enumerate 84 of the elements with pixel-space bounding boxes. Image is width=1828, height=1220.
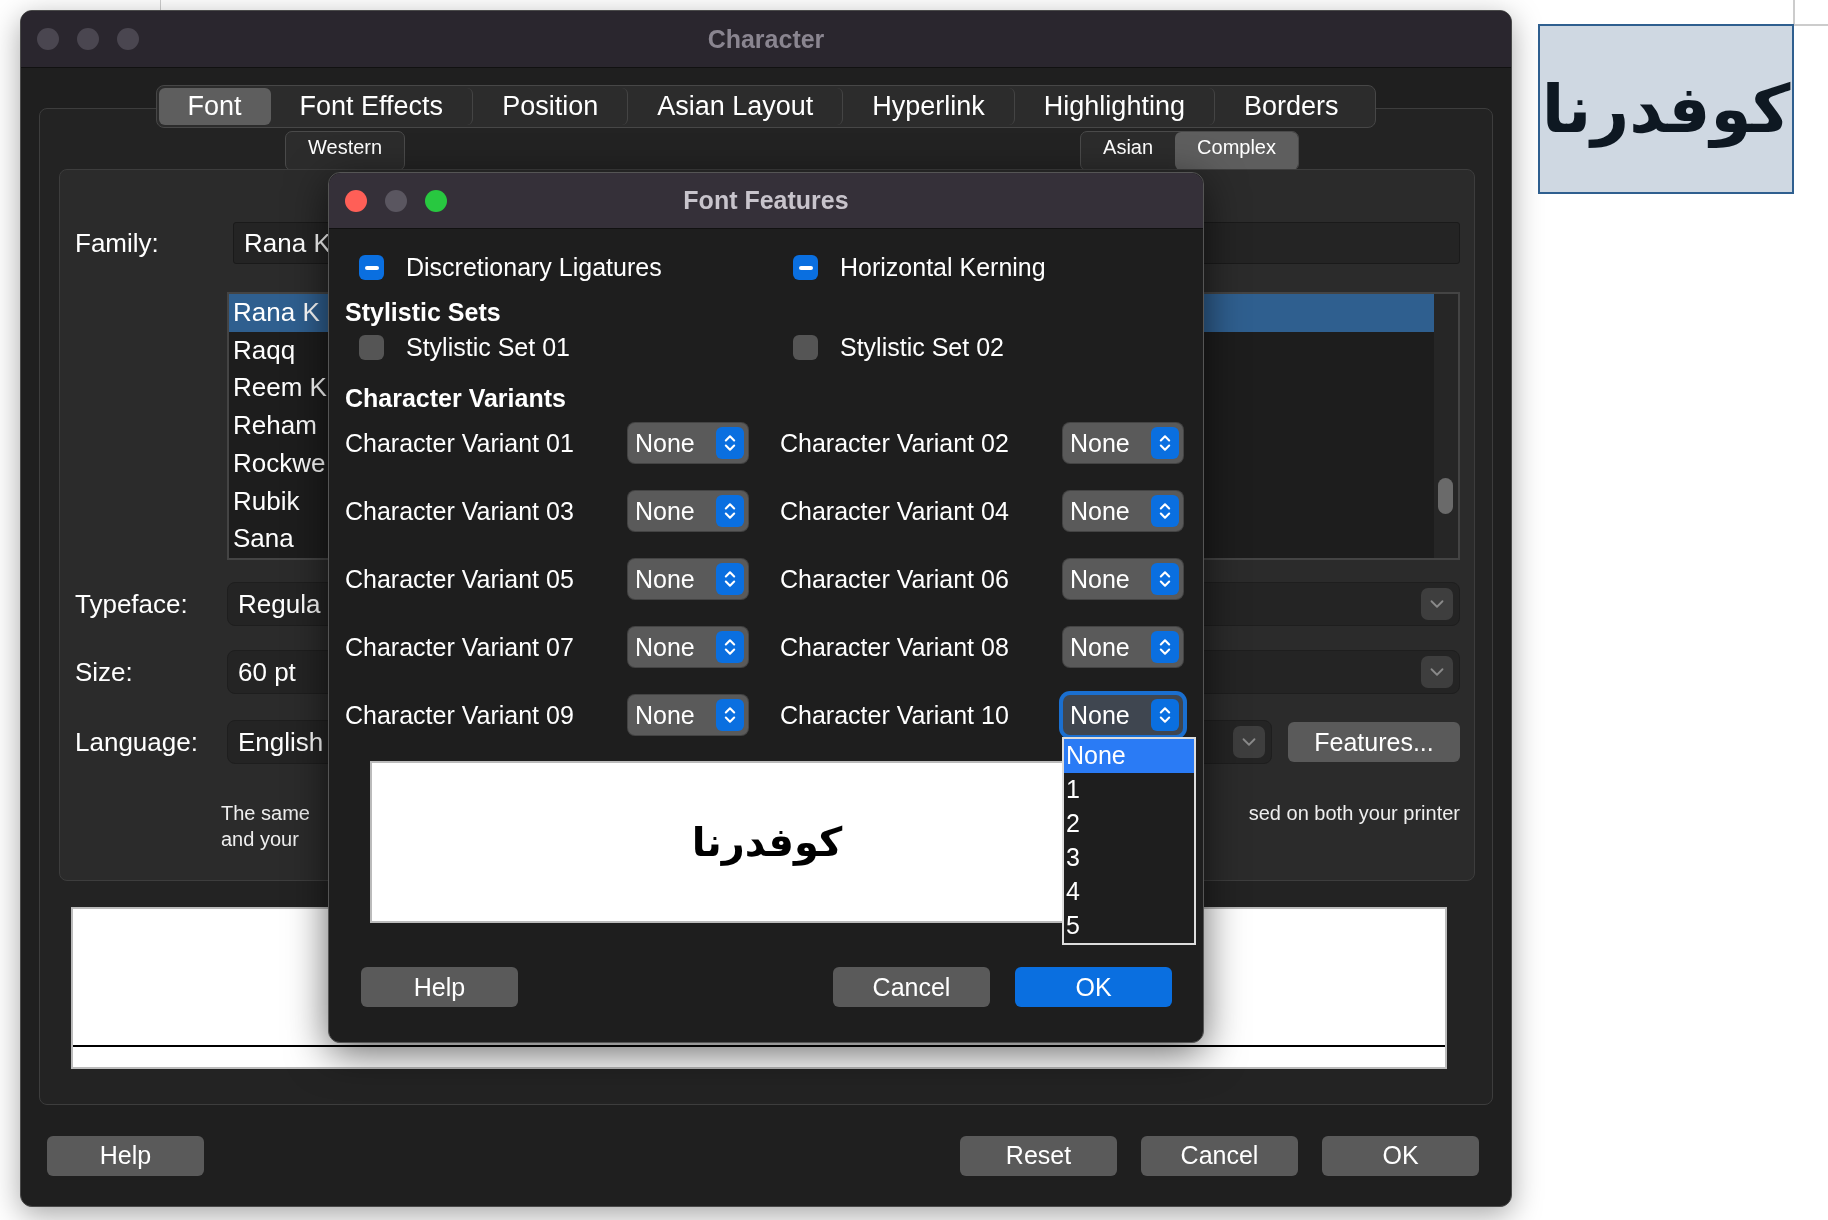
stepper-icon <box>716 495 744 527</box>
variant-label: Character Variant 07 <box>345 632 575 662</box>
script-tab[interactable]: Asian <box>1081 132 1176 170</box>
variant-select[interactable]: None <box>628 627 748 667</box>
checkbox-label: Stylistic Set 02 <box>840 333 1004 362</box>
checkbox-label: Horizontal Kerning <box>840 253 1046 282</box>
variant-label: Character Variant 08 <box>780 632 1010 662</box>
checkbox-label: Stylistic Set 01 <box>406 333 570 362</box>
checkbox[interactable] <box>359 335 384 360</box>
tab[interactable]: Borders <box>1214 88 1368 125</box>
variant-select[interactable]: None <box>628 423 748 463</box>
checkbox[interactable] <box>793 255 818 280</box>
variant-label: Character Variant 05 <box>345 564 575 594</box>
note-text: The same and your <box>221 801 310 852</box>
variant-select[interactable]: None <box>628 695 748 735</box>
ok-button[interactable]: OK <box>1015 967 1172 1007</box>
scroll-thumb[interactable] <box>1438 478 1453 514</box>
chevron-down-icon[interactable] <box>1421 588 1453 620</box>
variant-label: Character Variant 09 <box>345 700 575 730</box>
chevron-down-icon[interactable] <box>1421 656 1453 688</box>
stepper-icon <box>716 699 744 731</box>
features-button[interactable]: Features... <box>1288 722 1460 762</box>
dropdown-option[interactable]: 2 <box>1064 807 1194 841</box>
stepper-icon <box>1151 699 1179 731</box>
close-button[interactable] <box>345 189 367 212</box>
minimize-button[interactable] <box>77 28 99 50</box>
tab[interactable]: Highlighting <box>1014 88 1215 125</box>
minus-icon <box>364 265 379 270</box>
stepper-icon <box>1151 495 1179 527</box>
stepper-icon <box>1151 427 1179 459</box>
cancel-button[interactable]: Cancel <box>833 967 990 1007</box>
tab[interactable]: Position <box>473 88 629 125</box>
dropdown-option[interactable]: 1 <box>1064 773 1194 807</box>
field-label: Typeface: <box>75 588 189 620</box>
stepper-icon <box>1151 631 1179 663</box>
checkbox-label: Discretionary Ligatures <box>406 253 662 282</box>
stepper-icon <box>716 563 744 595</box>
checkbox[interactable] <box>359 255 384 280</box>
variant-select[interactable]: None <box>628 559 748 599</box>
script-tab[interactable]: Complex <box>1175 132 1298 170</box>
variant-label: Character Variant 01 <box>345 428 575 458</box>
stepper-icon <box>716 631 744 663</box>
arabic-word: كوفدرنا <box>1541 70 1791 148</box>
help-button[interactable]: Help <box>361 967 518 1007</box>
variant-select[interactable]: None <box>1063 559 1183 599</box>
variant-select[interactable]: None <box>1063 423 1183 463</box>
dialog-button[interactable]: Cancel <box>1141 1135 1298 1176</box>
dialog-button[interactable]: Reset <box>960 1135 1117 1176</box>
minimize-button[interactable] <box>385 189 407 212</box>
section-heading: Stylistic Sets <box>345 298 502 327</box>
help-button[interactable]: Help <box>47 1135 204 1176</box>
field-label: Language: <box>75 726 199 758</box>
stepper-icon <box>1151 563 1179 595</box>
variant-label: Character Variant 06 <box>780 564 1010 594</box>
section-heading: Character Variants <box>345 384 567 413</box>
variant-select[interactable]: None <box>1063 491 1183 531</box>
field-label: Size: <box>75 656 134 688</box>
variant-label: Character Variant 02 <box>780 428 1010 458</box>
tab[interactable]: Asian Layout <box>628 88 844 125</box>
tab[interactable]: Hyperlink <box>843 88 1015 125</box>
dropdown-option[interactable]: None <box>1064 739 1194 773</box>
tab[interactable]: Font Effects <box>270 88 474 125</box>
stepper-icon <box>716 427 744 459</box>
preview-text: كوفدرنا <box>691 819 843 865</box>
checkbox[interactable] <box>793 335 818 360</box>
minus-icon <box>798 265 813 270</box>
dialog-button[interactable]: OK <box>1322 1135 1479 1176</box>
variant-label: Character Variant 04 <box>780 496 1010 526</box>
field-label: Family: <box>75 227 160 259</box>
note-text: sed on both your printer <box>1248 801 1460 826</box>
variant-select[interactable]: None <box>1063 627 1183 667</box>
tab[interactable]: Font <box>158 88 271 125</box>
variant-select[interactable]: None <box>628 491 748 531</box>
zoom-button[interactable] <box>425 189 447 212</box>
dialog-title: Font Features <box>683 186 849 215</box>
scrollbar[interactable] <box>1434 294 1458 558</box>
chevron-down-icon[interactable] <box>1233 726 1265 758</box>
dropdown-option[interactable]: 4 <box>1064 875 1194 909</box>
dropdown-option[interactable]: 3 <box>1064 841 1194 875</box>
dropdown-option[interactable]: 5 <box>1064 909 1194 943</box>
window-title: Character <box>707 24 825 54</box>
variant-label: Character Variant 10 <box>780 700 1010 730</box>
variant-label: Character Variant 03 <box>345 496 575 526</box>
script-tab[interactable]: Western <box>286 132 405 170</box>
